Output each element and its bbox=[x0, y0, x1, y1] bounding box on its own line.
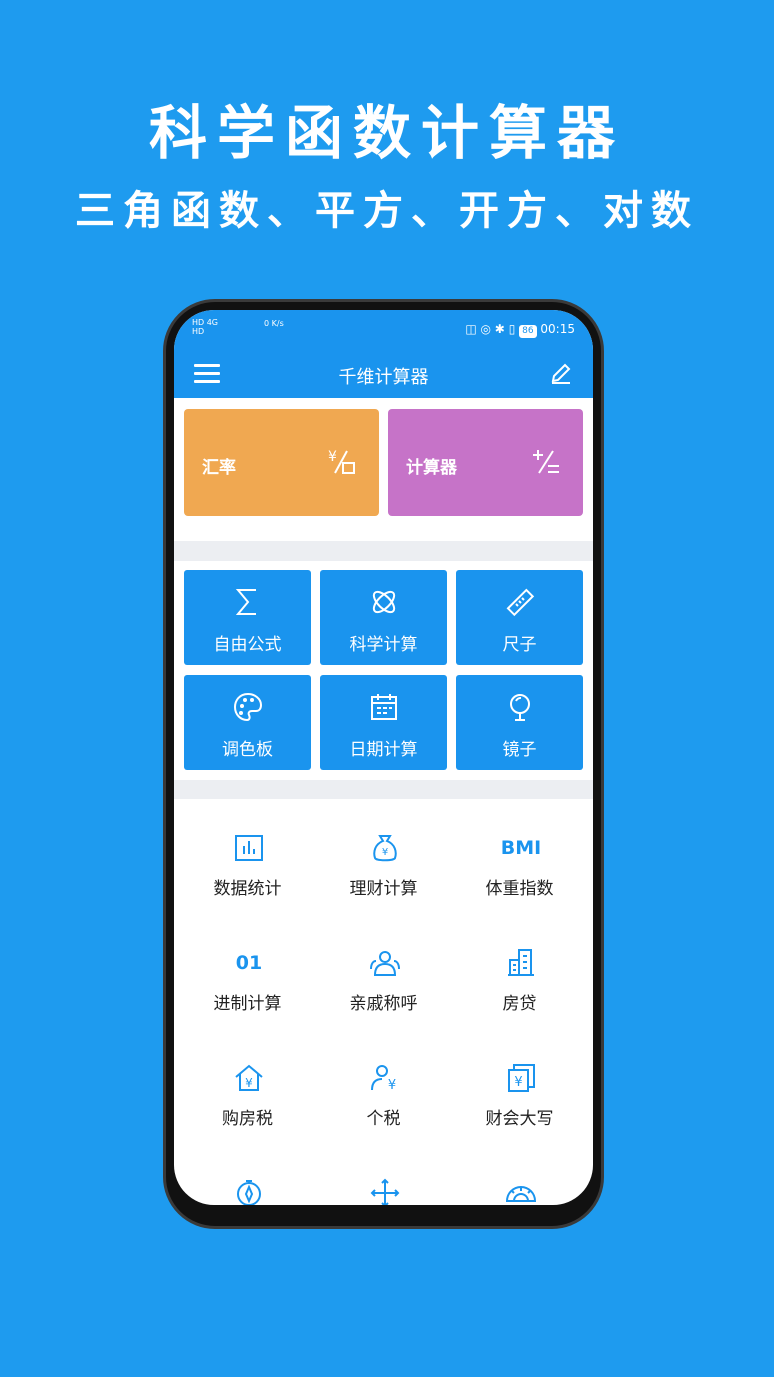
grid-item-income-tax[interactable]: ¥ 个税 bbox=[314, 1062, 453, 1172]
calendar-icon bbox=[371, 694, 397, 720]
status-speed: 0 K/s bbox=[264, 319, 284, 328]
bmi-icon: BMI bbox=[500, 837, 542, 859]
grid-item-label: 数据统计 bbox=[213, 879, 282, 899]
svg-text:¥: ¥ bbox=[382, 847, 388, 858]
grid-item-label: 理财计算 bbox=[349, 879, 418, 899]
status-right: ◫ ◎ ✱ ▯ 86 00:15 bbox=[465, 322, 575, 338]
tile-label: 日期计算 bbox=[349, 740, 418, 760]
svg-text:¥: ¥ bbox=[328, 449, 337, 465]
grid-item-statistics[interactable]: 数据统计 bbox=[178, 832, 317, 942]
atom-icon bbox=[372, 590, 396, 614]
phone-screen: HD 4G HD 0 K/s ◫ ◎ ✱ ▯ 86 00:15 千维计算器 汇率… bbox=[174, 310, 593, 1205]
tile-scientific[interactable]: 科学计算 bbox=[320, 570, 447, 665]
house-yuan-icon: ¥ bbox=[235, 1064, 263, 1091]
grid-item-label: 体重指数 bbox=[485, 879, 554, 899]
status-network-2: HD bbox=[192, 327, 205, 336]
app-title: 千维计算器 bbox=[338, 367, 429, 388]
exchange-rate-card[interactable]: 汇率 ¥ bbox=[184, 409, 379, 516]
edit-pencil-icon[interactable] bbox=[549, 362, 573, 386]
people-icon bbox=[370, 951, 400, 976]
status-signal: HD 4G HD bbox=[192, 318, 218, 336]
tile-free-formula[interactable]: 自由公式 bbox=[184, 570, 311, 665]
section-divider bbox=[174, 541, 593, 561]
grid-item-label: 亲戚称呼 bbox=[349, 994, 418, 1014]
svg-text:¥: ¥ bbox=[388, 1078, 396, 1093]
nfc-icon: ◫ bbox=[465, 322, 477, 336]
grid-item-label: 个税 bbox=[366, 1109, 401, 1129]
grid-item-label: 财会大写 bbox=[485, 1109, 554, 1129]
calculator-label: 计算器 bbox=[406, 458, 457, 478]
grid-item-move[interactable] bbox=[314, 1177, 453, 1205]
compass-icon bbox=[237, 1180, 261, 1205]
grid-item-mortgage[interactable]: 房贷 bbox=[450, 947, 589, 1057]
grid-item-label: 购房税 bbox=[222, 1109, 273, 1129]
grid-item-label: 房贷 bbox=[502, 994, 537, 1014]
grid-item-relatives[interactable]: 亲戚称呼 bbox=[314, 947, 453, 1057]
grid-item-house-tax[interactable]: ¥ 购房税 bbox=[178, 1062, 317, 1172]
tile-label: 自由公式 bbox=[213, 635, 282, 655]
tile-label: 尺子 bbox=[502, 635, 537, 655]
svg-text:¥: ¥ bbox=[514, 1075, 522, 1090]
building-icon bbox=[508, 949, 534, 976]
status-time: 00:15 bbox=[540, 322, 575, 336]
grid-item-compass[interactable] bbox=[178, 1177, 317, 1205]
alarm-icon: ◎ bbox=[480, 322, 491, 336]
grid-item-protractor[interactable] bbox=[450, 1177, 589, 1205]
money-bag-icon: ¥ bbox=[373, 835, 397, 862]
promo-headline: 科学函数计算器 bbox=[148, 99, 625, 167]
app-bar: 千维计算器 bbox=[174, 350, 593, 398]
grid-item-base-conversion[interactable]: 01 进制计算 bbox=[178, 947, 317, 1057]
move-arrows-icon bbox=[370, 1178, 400, 1205]
grid-item-capital-numbers[interactable]: ¥ 财会大写 bbox=[450, 1062, 589, 1172]
grid-item-finance[interactable]: ¥ 理财计算 bbox=[314, 832, 453, 942]
sigma-icon bbox=[235, 589, 256, 615]
exchange-rate-label: 汇率 bbox=[202, 458, 236, 478]
tile-date[interactable]: 日期计算 bbox=[320, 675, 447, 770]
status-bar: HD 4G HD 0 K/s ◫ ◎ ✱ ▯ 86 00:15 bbox=[174, 310, 593, 350]
palette-icon bbox=[233, 692, 263, 722]
promo-subline: 三角函数、平方、开方、对数 bbox=[75, 188, 699, 234]
grid-item-label: 进制计算 bbox=[213, 994, 282, 1014]
calculator-card[interactable]: 计算器 bbox=[388, 409, 583, 516]
grid-item-bmi[interactable]: BMI 体重指数 bbox=[450, 832, 589, 942]
mirror-icon bbox=[510, 694, 530, 721]
currency-exchange-icon: ¥ bbox=[328, 449, 355, 474]
ruler-icon bbox=[506, 588, 535, 617]
protractor-icon bbox=[505, 1186, 537, 1202]
bar-chart-icon bbox=[235, 835, 263, 861]
tile-mirror[interactable]: 镜子 bbox=[456, 675, 583, 770]
svg-text:¥: ¥ bbox=[245, 1076, 253, 1090]
vibrate-icon: ▯ bbox=[508, 322, 516, 336]
yuan-document-icon: ¥ bbox=[508, 1064, 535, 1092]
person-yuan-icon: ¥ bbox=[371, 1065, 396, 1093]
binary-icon: 01 bbox=[235, 952, 263, 974]
calculator-ops-icon bbox=[533, 450, 559, 474]
bluetooth-icon: ✱ bbox=[494, 322, 505, 336]
section-divider bbox=[174, 780, 593, 799]
tile-ruler[interactable]: 尺子 bbox=[456, 570, 583, 665]
battery-icon: 86 bbox=[519, 325, 537, 338]
tile-label: 科学计算 bbox=[349, 635, 418, 655]
status-network: HD 4G bbox=[192, 318, 219, 327]
tile-label: 镜子 bbox=[502, 740, 537, 760]
tile-label: 调色板 bbox=[222, 740, 273, 760]
tile-palette[interactable]: 调色板 bbox=[184, 675, 311, 770]
